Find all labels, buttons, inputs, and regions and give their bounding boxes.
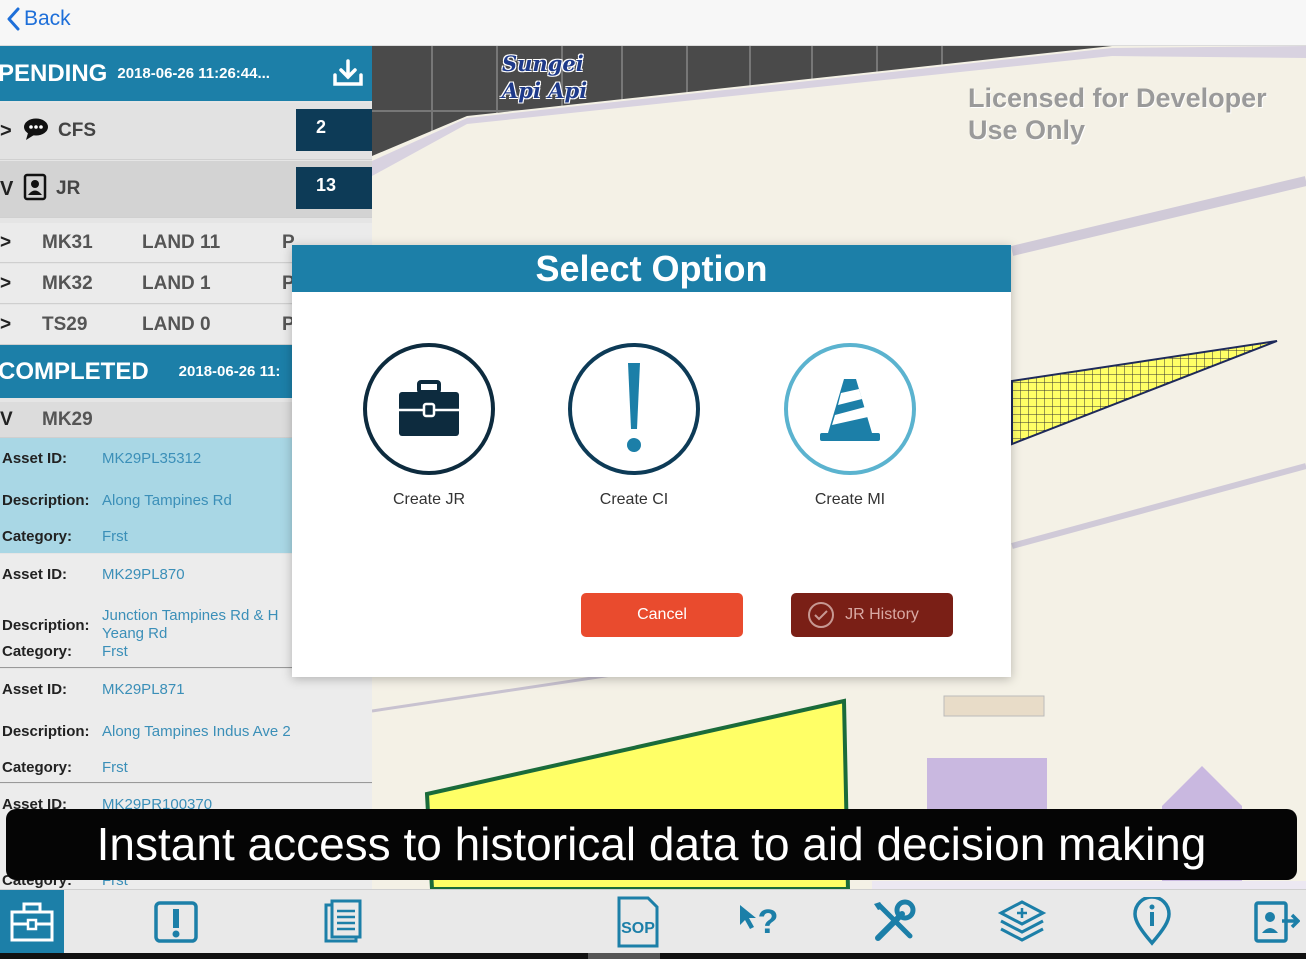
- field-label: Category:: [2, 643, 73, 660]
- asset-card[interactable]: Asset ID: MK29PL871 Description: Along Tam…: [0, 669, 372, 783]
- svg-text:?: ?: [758, 903, 779, 941]
- tools-icon: [874, 899, 916, 941]
- logout-icon: [1254, 901, 1300, 943]
- field-label: Category:: [2, 759, 73, 776]
- briefcase-icon: [10, 902, 54, 942]
- count-badge: 13: [296, 167, 372, 209]
- chevron-right-icon: >: [0, 272, 12, 294]
- field-label: Asset ID:: [2, 681, 68, 698]
- cancel-button[interactable]: Cancel: [581, 593, 743, 637]
- option-label: Create CI: [599, 491, 669, 508]
- traffic-cone-icon: [784, 343, 916, 475]
- chat-icon: [22, 117, 50, 146]
- toolbar-sop-button[interactable]: SOP: [606, 890, 670, 954]
- chevron-right-icon: >: [0, 119, 12, 142]
- group-label: CFS: [58, 120, 96, 141]
- chevron-down-icon: V: [0, 177, 14, 200]
- count-badge: 2: [296, 109, 372, 151]
- back-button[interactable]: Back: [6, 4, 71, 34]
- bottom-toolbar: SOP ?: [0, 889, 1306, 954]
- chevron-down-icon: V: [0, 408, 13, 430]
- item-code: TS29: [42, 313, 88, 335]
- contact-card-icon: [22, 173, 48, 206]
- pending-title: PENDING: [0, 59, 108, 87]
- sop-icon: SOP: [617, 896, 659, 948]
- group-row-jr[interactable]: V JR 13: [0, 161, 372, 218]
- option-label: Create JR: [392, 491, 466, 508]
- item-code: MK32: [42, 272, 93, 294]
- select-option-dialog: Select Option Create JR Create CI Create…: [292, 245, 1011, 677]
- option-label: Create MI: [814, 491, 886, 508]
- item-land: LAND 11: [142, 231, 221, 253]
- group-label: JR: [56, 178, 81, 199]
- pending-header: PENDING 2018-06-26 11:26:44...: [0, 46, 372, 101]
- create-mi-option[interactable]: Create MI: [780, 343, 920, 509]
- dialog-title: Select Option: [292, 245, 1011, 292]
- asset-category-value: Frst: [102, 759, 128, 776]
- map-place-label: Sungei Api Api: [502, 51, 588, 103]
- chevron-right-icon: >: [0, 231, 12, 253]
- toolbar-documents-button[interactable]: [310, 890, 374, 954]
- developer-watermark: Licensed for Developer Use Only: [968, 83, 1267, 145]
- description-line: Yeang Rd: [102, 625, 168, 642]
- briefcase-icon: [363, 343, 495, 475]
- video-caption: Instant access to historical data to aid…: [6, 809, 1297, 880]
- sop-label: SOP: [621, 920, 655, 937]
- pointer-question-icon: ?: [740, 903, 779, 941]
- asset-category-value: Frst: [102, 643, 128, 660]
- create-jr-option[interactable]: Create JR: [359, 343, 499, 509]
- layers-icon: [997, 900, 1047, 942]
- asset-description-value: Along Tampines Rd: [102, 492, 232, 509]
- exclamation-icon: [568, 343, 700, 475]
- chevron-right-icon: >: [0, 313, 12, 335]
- toolbar-logout-button[interactable]: [1244, 890, 1306, 954]
- download-icon[interactable]: [332, 58, 364, 93]
- field-label: Asset ID:: [2, 566, 68, 583]
- check-circle-icon: [808, 602, 834, 628]
- jr-history-label: JR History: [845, 606, 919, 623]
- exclamation-icon: [154, 901, 198, 943]
- field-label: Description:: [2, 616, 90, 634]
- description-line: Junction Tampines Rd & H: [102, 607, 279, 624]
- location-info-icon: [1133, 897, 1171, 946]
- field-label: Asset ID:: [2, 450, 68, 467]
- asset-id-value: MK29PL35312: [102, 450, 202, 467]
- asset-id-value: MK29PL871: [102, 681, 185, 698]
- back-label: Back: [24, 7, 71, 30]
- toolbar-incident-button[interactable]: [144, 890, 208, 954]
- toolbar-briefcase-button[interactable]: [0, 890, 64, 954]
- group-label: MK29: [42, 408, 93, 430]
- field-label: Description:: [2, 723, 90, 740]
- asset-description-value: Along Tampines Indus Ave 2: [102, 723, 291, 740]
- item-code: MK31: [42, 231, 93, 253]
- asset-description-value: Junction Tampines Rd & H Yeang Rd: [102, 607, 278, 643]
- home-indicator: [0, 953, 1306, 959]
- toolbar-location-info-button[interactable]: [1120, 890, 1184, 954]
- jr-history-button[interactable]: JR History: [791, 593, 953, 637]
- item-land: LAND 0: [142, 313, 211, 335]
- top-nav-bar: Back: [0, 0, 1306, 46]
- field-label: Category:: [2, 528, 73, 545]
- group-row-cfs[interactable]: > CFS 2: [0, 103, 372, 160]
- asset-category-value: Frst: [102, 528, 128, 545]
- item-land: LAND 1: [142, 272, 211, 294]
- chevron-left-icon: [7, 7, 20, 31]
- field-label: Description:: [2, 492, 90, 509]
- toolbar-help-pointer-button[interactable]: ?: [727, 890, 791, 954]
- toolbar-tools-button[interactable]: [862, 890, 926, 954]
- document-list-icon: [324, 899, 362, 943]
- completed-timestamp: 2018-06-26 11:: [178, 363, 281, 380]
- completed-title: COMPLETED: [0, 357, 149, 385]
- pending-timestamp: 2018-06-26 11:26:44...: [117, 65, 270, 82]
- asset-id-value: MK29PL870: [102, 566, 185, 583]
- toolbar-layers-button[interactable]: [990, 890, 1054, 954]
- create-ci-option[interactable]: Create CI: [564, 343, 704, 509]
